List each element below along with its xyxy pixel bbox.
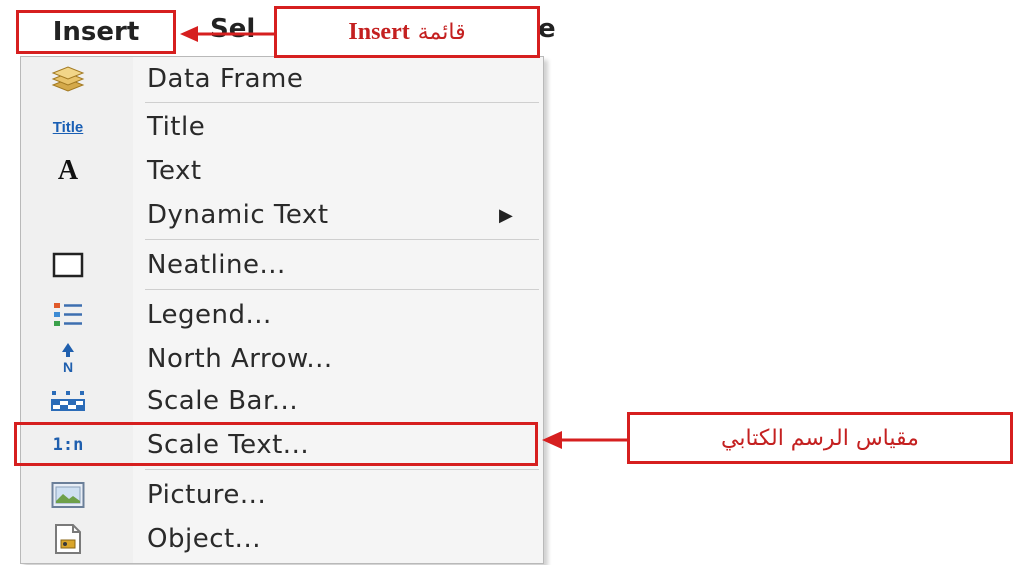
- data-frame-icon: [43, 59, 93, 99]
- menu-separator: [145, 102, 539, 103]
- object-icon: [43, 519, 93, 559]
- menu-partial-label[interactable]: e: [538, 14, 556, 44]
- menu-item-text[interactable]: A Text: [21, 149, 545, 193]
- menu-item-label: Title: [147, 112, 206, 142]
- text-icon-glyph: A: [57, 155, 79, 186]
- menu-item-dynamic-text[interactable]: Dynamic Text ▶: [21, 193, 545, 237]
- legend-icon: [43, 295, 93, 335]
- screenshot-stage: Insert Sel e Data Frame Title Title A Te…: [0, 0, 1016, 565]
- scale-text-highlight-frame: [14, 422, 538, 466]
- north-arrow-icon: N: [43, 339, 93, 379]
- scale-bar-icon: [43, 381, 93, 421]
- arrow-to-scale-text: [542, 431, 627, 449]
- menu-item-legend[interactable]: Legend...: [21, 293, 545, 337]
- callout-insert-arabic: قائمة: [417, 19, 466, 45]
- menu-item-data-frame[interactable]: Data Frame: [21, 57, 545, 101]
- menu-item-label: Neatline...: [147, 250, 286, 280]
- menu-separator: [145, 469, 539, 470]
- dynamic-text-icon: [43, 195, 93, 235]
- menu-separator: [145, 289, 539, 290]
- submenu-arrow-icon: ▶: [499, 204, 513, 226]
- insert-menu[interactable]: Insert: [16, 10, 176, 54]
- title-icon-text: Title: [52, 118, 84, 136]
- menu-separator: [145, 239, 539, 240]
- insert-menu-callout: Insert قائمة: [274, 6, 540, 58]
- callout-insert-english: Insert: [348, 18, 410, 45]
- menu-item-object[interactable]: Object...: [21, 517, 545, 561]
- menu-item-north-arrow[interactable]: N North Arrow...: [21, 337, 545, 381]
- scale-text-callout: مقياس الرسم الكتابي: [627, 412, 1013, 464]
- picture-icon: [43, 475, 93, 515]
- menu-item-label: Picture...: [147, 480, 267, 510]
- menu-item-neatline[interactable]: Neatline...: [21, 243, 545, 287]
- insert-dropdown-menu: Data Frame Title Title A Text Dynamic Te…: [20, 56, 544, 564]
- menu-item-label: Data Frame: [147, 64, 304, 94]
- callout-scale-text-arabic: مقياس الرسم الكتابي: [721, 425, 919, 451]
- menu-item-scale-bar[interactable]: Scale Bar...: [21, 379, 545, 423]
- selection-menu[interactable]: Sel: [210, 14, 255, 44]
- menu-item-title[interactable]: Title Title: [21, 105, 545, 149]
- text-icon: A: [43, 151, 93, 191]
- menu-item-label: North Arrow...: [147, 344, 333, 374]
- title-icon: Title: [43, 107, 93, 147]
- menu-item-label: Object...: [147, 524, 261, 554]
- menu-item-label: Text: [147, 156, 202, 186]
- north-arrow-letter: N: [62, 359, 74, 375]
- menu-item-picture[interactable]: Picture...: [21, 473, 545, 517]
- menu-item-label: Legend...: [147, 300, 272, 330]
- neatline-icon: [43, 245, 93, 285]
- menu-item-label: Dynamic Text: [147, 200, 329, 230]
- menu-item-label: Scale Bar...: [147, 386, 299, 416]
